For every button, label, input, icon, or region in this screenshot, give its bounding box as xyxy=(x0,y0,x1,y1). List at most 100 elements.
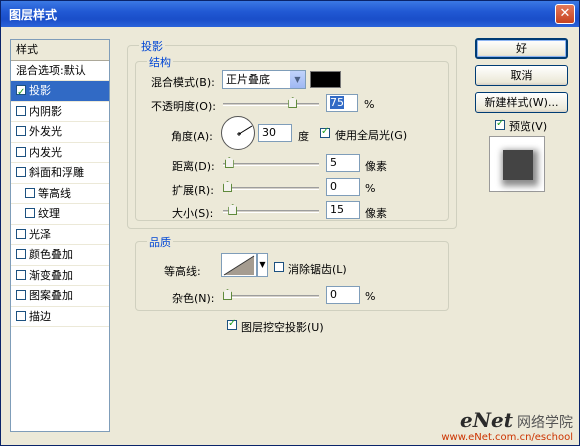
ok-button[interactable]: 好 xyxy=(475,38,568,59)
spread-value: 0 xyxy=(330,180,337,193)
style-list-item[interactable]: 颜色叠加 xyxy=(11,245,109,266)
style-item-checkbox[interactable] xyxy=(16,146,26,157)
global-light-checkbox[interactable] xyxy=(320,126,330,138)
style-item-label: 内阴影 xyxy=(29,104,62,118)
style-list-item[interactable]: 外发光 xyxy=(11,122,109,143)
blend-mode-select[interactable]: 正片叠底 ▼ xyxy=(222,70,306,89)
title-bar[interactable]: 图层样式 ✕ xyxy=(1,1,579,27)
distance-value: 5 xyxy=(330,156,337,169)
style-item-label: 颜色叠加 xyxy=(29,248,73,261)
angle-input[interactable]: 30 xyxy=(258,124,292,142)
global-light-label: 使用全局光(G) xyxy=(335,129,408,142)
blend-mode-value: 正片叠底 xyxy=(226,73,270,86)
knockout-label: 图层挖空投影(U) xyxy=(241,321,324,334)
blend-mode-label: 混合模式(B): xyxy=(151,76,215,89)
spread-unit: % xyxy=(365,182,376,195)
angle-label: 角度(A): xyxy=(171,130,213,143)
distance-input[interactable]: 5 xyxy=(326,154,360,172)
drop-shadow-title: 投影 xyxy=(139,38,165,54)
style-item-label: 渐变叠加 xyxy=(29,268,73,282)
preview-label: 预览(V) xyxy=(509,120,548,133)
structure-title: 结构 xyxy=(147,54,173,70)
style-list-item[interactable]: 斜面和浮雕 xyxy=(11,163,109,184)
style-item-label: 纹理 xyxy=(38,207,60,220)
style-item-checkbox[interactable] xyxy=(16,105,26,116)
style-list-item[interactable]: 光泽 xyxy=(11,225,109,245)
watermark-brand-cn: 网络学院 xyxy=(517,415,573,431)
style-list-item[interactable]: 等高线 xyxy=(11,184,109,204)
style-list-item[interactable]: 内发光 xyxy=(11,143,109,163)
style-list-item[interactable]: 投影 xyxy=(11,81,109,103)
window-title: 图层样式 xyxy=(9,8,58,22)
size-value: 15 xyxy=(330,203,344,216)
noise-input[interactable]: 0 xyxy=(326,286,360,304)
style-item-checkbox[interactable] xyxy=(16,249,26,259)
style-list-header[interactable]: 样式 xyxy=(11,40,109,61)
size-slider[interactable] xyxy=(223,210,319,213)
style-list-item[interactable]: 图案叠加 xyxy=(11,286,109,307)
watermark-brand: eNet xyxy=(460,408,513,432)
cancel-button[interactable]: 取消 xyxy=(475,65,568,86)
quality-title: 品质 xyxy=(147,234,173,250)
style-list-item[interactable]: 描边 xyxy=(11,307,109,327)
noise-unit: % xyxy=(365,290,376,303)
style-item-checkbox[interactable] xyxy=(16,83,26,103)
contour-preview-icon xyxy=(223,255,255,276)
opacity-slider[interactable] xyxy=(223,103,319,106)
close-button[interactable]: ✕ xyxy=(555,4,575,24)
distance-slider[interactable] xyxy=(223,163,319,166)
layer-style-dialog: 图层样式 ✕ 样式 混合选项:默认 投影内阴影外发光内发光斜面和浮雕等高线纹理光… xyxy=(0,0,580,446)
style-list-item[interactable]: 渐变叠加 xyxy=(11,266,109,286)
style-list-item[interactable]: 内阴影 xyxy=(11,102,109,122)
opacity-label: 不透明度(O): xyxy=(151,100,216,113)
preview-shape xyxy=(503,150,533,180)
close-icon: ✕ xyxy=(559,6,571,21)
watermark-url: www.eNet.com.cn/eschool xyxy=(441,432,573,443)
noise-label: 杂色(N): xyxy=(172,292,215,305)
shadow-color-swatch[interactable] xyxy=(310,71,341,88)
style-preview xyxy=(489,136,545,192)
spread-slider[interactable] xyxy=(223,187,319,190)
style-item-label: 内发光 xyxy=(29,145,62,159)
size-label: 大小(S): xyxy=(172,207,214,220)
style-item-checkbox[interactable] xyxy=(16,126,26,136)
size-unit: 像素 xyxy=(365,207,387,220)
style-item-checkbox[interactable] xyxy=(16,167,26,177)
contour-dropdown-button[interactable]: ▼ xyxy=(257,253,268,277)
angle-dial-indicator xyxy=(237,125,253,136)
anti-alias-label: 消除锯齿(L) xyxy=(288,263,347,276)
angle-dial[interactable] xyxy=(221,116,255,150)
angle-unit: 度 xyxy=(298,130,309,143)
anti-alias-checkbox[interactable] xyxy=(274,262,284,272)
new-style-button[interactable]: 新建样式(W)... xyxy=(475,92,568,113)
style-list-item[interactable]: 纹理 xyxy=(11,204,109,225)
style-list-blend-options[interactable]: 混合选项:默认 xyxy=(11,61,109,81)
style-item-label: 光泽 xyxy=(29,227,51,241)
opacity-unit: % xyxy=(364,98,375,111)
style-item-label: 斜面和浮雕 xyxy=(29,166,84,179)
style-item-checkbox[interactable] xyxy=(16,269,26,280)
style-item-checkbox[interactable] xyxy=(25,208,35,218)
style-item-label: 外发光 xyxy=(29,125,62,138)
style-item-checkbox[interactable] xyxy=(16,290,26,300)
contour-label: 等高线: xyxy=(164,265,201,278)
distance-label: 距离(D): xyxy=(172,160,215,173)
watermark: eNet 网络学院 www.eNet.com.cn/eschool xyxy=(441,408,573,443)
opacity-input[interactable]: 75 xyxy=(326,94,358,112)
style-item-label: 等高线 xyxy=(38,186,71,200)
contour-picker[interactable] xyxy=(221,253,257,277)
style-item-checkbox[interactable] xyxy=(25,187,35,198)
opacity-value: 75 xyxy=(330,96,344,109)
spread-input[interactable]: 0 xyxy=(326,178,360,196)
style-item-label: 描边 xyxy=(29,309,51,323)
style-item-label: 投影 xyxy=(29,84,51,97)
knockout-checkbox[interactable] xyxy=(227,318,237,330)
size-input[interactable]: 15 xyxy=(326,201,360,219)
style-item-checkbox[interactable] xyxy=(16,228,26,239)
preview-checkbox[interactable] xyxy=(495,118,505,130)
style-item-label: 图案叠加 xyxy=(29,289,73,302)
style-item-checkbox[interactable] xyxy=(16,310,26,321)
noise-slider[interactable] xyxy=(223,295,319,298)
angle-value: 30 xyxy=(262,126,276,139)
style-list: 样式 混合选项:默认 投影内阴影外发光内发光斜面和浮雕等高线纹理光泽颜色叠加渐变… xyxy=(10,39,110,432)
